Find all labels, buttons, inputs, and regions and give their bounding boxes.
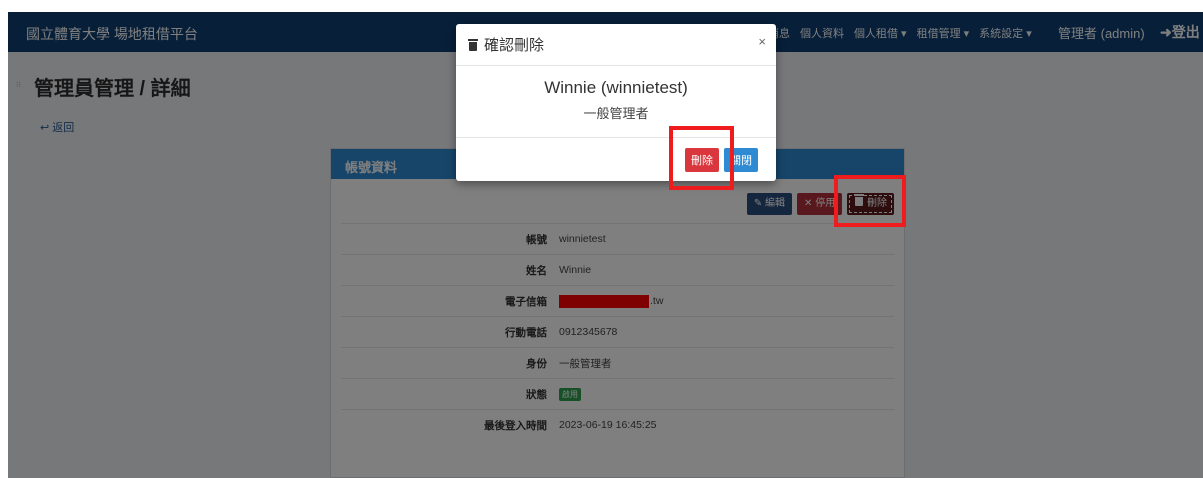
modal-close-icon[interactable]: × xyxy=(758,34,766,49)
trash-icon xyxy=(468,38,478,51)
target-user-role: 一般管理者 xyxy=(583,106,649,121)
target-user-name: Winnie (winnietest) xyxy=(544,78,688,97)
highlight-box-delete-button xyxy=(834,175,906,227)
modal-header: 確認刪除 × xyxy=(456,24,776,66)
app-frame: 國立體育大學 場地租借平台 消息 個人資料 個人租借 ▾ 租借管理 ▾ 系統設定… xyxy=(8,12,1203,478)
modal-title: 確認刪除 xyxy=(484,37,545,54)
highlight-box-confirm-delete xyxy=(669,126,734,190)
